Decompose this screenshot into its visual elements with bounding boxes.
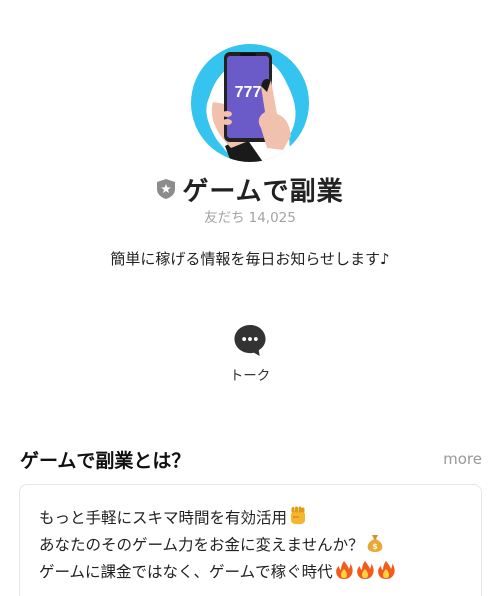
- svg-text:777: 777: [235, 84, 262, 101]
- description-line-3: ゲームに課金ではなく、ゲームで稼ぐ時代: [39, 559, 481, 586]
- account-name-row: ゲームで副業: [0, 172, 500, 207]
- svg-text:$: $: [372, 542, 378, 551]
- description-line-2: あなたのそのゲーム力をお金に変えませんか？ $: [39, 532, 481, 559]
- raised-fist-icon: [291, 506, 306, 524]
- status-message: 簡単に稼げる情報を毎日お知らせします♪: [110, 250, 390, 268]
- smartphone-slot-777-icon: 777: [206, 52, 296, 162]
- profile-avatar[interactable]: 777: [191, 44, 309, 162]
- friends-number: 14,025: [248, 210, 296, 226]
- section-header: ゲームで副業とは？ more: [20, 446, 482, 472]
- description-text-1: もっと手軽にスキマ時間を有効活用: [39, 509, 288, 527]
- fire-icon: [335, 561, 353, 579]
- friends-count: 友だち 14,025: [0, 206, 500, 226]
- talk-button[interactable]: トーク: [220, 324, 280, 384]
- more-link[interactable]: more: [443, 450, 482, 468]
- section-title: ゲームで副業とは？: [20, 449, 191, 472]
- description-card[interactable]: もっと手軽にスキマ時間を有効活用 あなたのそのゲーム力をお金に変えませんか？ $…: [19, 484, 482, 596]
- shield-star-icon: [157, 179, 176, 199]
- fire-icon: [356, 561, 374, 579]
- chat-bubble-icon: [234, 324, 266, 357]
- friends-label: 友だち: [204, 210, 245, 226]
- description-text-2: あなたのそのゲーム力をお金に変えませんか？: [39, 536, 364, 554]
- description-line-1: もっと手軽にスキマ時間を有効活用: [39, 505, 481, 532]
- talk-label: トーク: [229, 368, 271, 384]
- money-bag-icon: $: [367, 535, 382, 552]
- account-name: ゲームで副業: [182, 176, 344, 207]
- description-text-3: ゲームに課金ではなく、ゲームで稼ぐ時代: [39, 563, 333, 581]
- fire-icon: [377, 561, 395, 579]
